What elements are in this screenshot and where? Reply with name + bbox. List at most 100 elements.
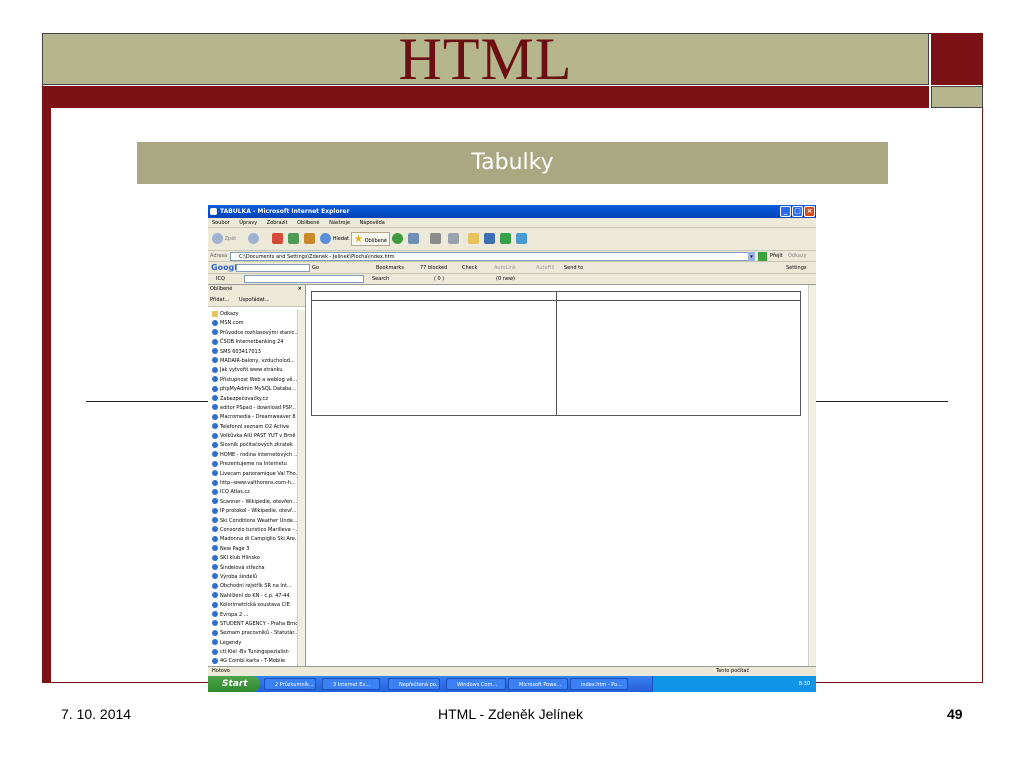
add-favorite-button[interactable]: Přidat... (210, 297, 229, 303)
print-button[interactable] (430, 232, 441, 246)
favorite-item[interactable]: Slovník počítačových zkratek (208, 441, 298, 450)
favorite-item[interactable]: IP protokol - Wikipedie, otevř... (208, 507, 298, 516)
google-go-button[interactable]: Go (312, 262, 319, 274)
favorite-item[interactable]: Seznam pracovníků - Statutár... (208, 629, 298, 638)
start-button[interactable]: Start (208, 676, 260, 692)
organize-favorites-button[interactable]: Uspořádat... (239, 297, 270, 303)
favorite-item[interactable]: editor PSpad - download PSP... (208, 404, 298, 413)
google-search-field[interactable] (236, 264, 310, 272)
task-index-htm[interactable]: index.htm - Po... (570, 678, 628, 690)
go-button[interactable]: Přejít (770, 251, 783, 262)
favorite-item[interactable]: Zabezpečovačky.cz (208, 395, 298, 404)
refresh-button[interactable] (288, 232, 299, 246)
task-powerpoint[interactable]: Microsoft Powe... (508, 678, 568, 690)
favorite-item[interactable]: SKI klub Hlinsko (208, 554, 298, 563)
address-field[interactable]: C:\Documents and Settings\Zdenek - Jelin… (230, 252, 753, 261)
icq-search-button[interactable]: Search (372, 274, 389, 285)
research-button[interactable] (484, 232, 495, 246)
favorite-item[interactable]: Průvodce rozhlasovými stanic... (208, 329, 298, 338)
favorite-item[interactable]: ICQ Atlas.cz (208, 488, 298, 497)
favorite-item[interactable]: Macromedia - Dreamweaver 8 (208, 413, 298, 422)
check-button[interactable]: Check (462, 262, 477, 274)
favorite-item[interactable]: Šindelová střecha (208, 564, 298, 573)
favorite-item[interactable]: phpMyAdmin MySQL Databa... (208, 385, 298, 394)
favorite-item[interactable]: Nahlížení do KN - č.p. 47-44 (208, 592, 298, 601)
task-windows-commander[interactable]: Windows Com... (446, 678, 506, 690)
favorite-item-label: ICQ Atlas.cz (220, 489, 250, 496)
menu-napoveda[interactable]: Nápověda (360, 220, 385, 226)
send-to-button[interactable]: Send to (564, 262, 583, 274)
icq-button[interactable]: ICQ (216, 274, 225, 285)
minimize-icon[interactable]: _ (780, 206, 791, 217)
favorite-item[interactable]: Odkazy (208, 310, 298, 320)
task-internet-explorer[interactable]: 3 Internet Ex... (322, 678, 380, 690)
task-explorer[interactable]: 2 Průzkumník... (264, 678, 316, 690)
edit-button[interactable] (448, 232, 459, 246)
popup-blocked[interactable]: 77 blocked (420, 262, 447, 274)
mail-button[interactable] (408, 232, 419, 246)
favorite-item[interactable]: Kolorimetrická soustava CIE (208, 601, 298, 610)
icq-new-mail[interactable]: (0 new) (496, 274, 515, 285)
favorite-item[interactable]: STUDENT AGENCY - Praha Brno (208, 620, 298, 629)
favorite-item[interactable]: Výroba šindelů (208, 573, 298, 582)
menu-upravy[interactable]: Úpravy (239, 220, 257, 226)
favorite-item[interactable]: SMS 603417013 (208, 348, 298, 357)
maximize-icon[interactable]: □ (792, 206, 803, 217)
icq-search-field[interactable] (244, 275, 364, 283)
links-label[interactable]: Odkazy (788, 251, 807, 262)
favorite-item[interactable]: http--www.valthorens.com-h... (208, 479, 298, 488)
close-icon[interactable]: × (804, 206, 815, 217)
autolink-button[interactable]: AutoLink (494, 262, 516, 274)
home-button[interactable] (304, 232, 315, 246)
discuss-button[interactable] (516, 232, 527, 246)
history-icon (392, 233, 403, 244)
search-button[interactable]: Hledat (320, 232, 349, 246)
menu-soubor[interactable]: Soubor (212, 220, 230, 226)
history-button[interactable] (392, 232, 403, 246)
folder-button[interactable] (468, 232, 479, 246)
favorite-item[interactable]: Madonna di Campiglio Ski Are... (208, 535, 298, 544)
favorite-item[interactable]: Evropa 2 ... (208, 611, 298, 620)
messenger-button[interactable] (500, 232, 511, 246)
favorite-item[interactable]: Ski Conditions Weather Unde... (208, 517, 298, 526)
favorite-item[interactable]: Jak vytvořit www stránku (208, 366, 298, 375)
favorite-item[interactable]: Prezentujeme na Internetu (208, 460, 298, 469)
forward-button[interactable] (248, 232, 259, 246)
menu-zobrazit[interactable]: Zobrazit (267, 220, 288, 226)
favorite-item[interactable]: MSN.com (208, 319, 298, 328)
menu-oblibene[interactable]: Oblíbené (297, 220, 319, 226)
back-button[interactable]: Zpět (212, 232, 236, 246)
icq-count[interactable]: ( 0 ) (434, 274, 444, 285)
favorites-scrollbar[interactable] (297, 310, 305, 666)
favorite-item[interactable]: Consorzio turistico Marilleva -... (208, 526, 298, 535)
favorite-item[interactable]: Volkůvka AIU PAST YUT v Brně (208, 432, 298, 441)
settings-button[interactable]: Settings (786, 262, 807, 274)
bookmarks-button[interactable]: Bookmarks (376, 262, 404, 274)
favorite-item[interactable]: New Page 3 (208, 545, 298, 554)
system-tray: 8:30 (652, 676, 816, 692)
favorite-item[interactable]: Telefonní seznam O2 Active (208, 423, 298, 432)
favorite-item[interactable]: Legendy (208, 639, 298, 648)
favorite-item[interactable]: Scanner - Wikipedie, otevřen... (208, 498, 298, 507)
favorites-button[interactable]: ★ Oblíbené (351, 232, 390, 246)
favorite-item[interactable]: HOME - rodina internetových ... (208, 451, 298, 460)
address-dropdown-icon[interactable]: ▾ (748, 252, 755, 261)
stop-button[interactable] (272, 232, 283, 246)
favorite-item[interactable]: 4G Combi karta - T-Mobile (208, 657, 298, 666)
content-scrollbar[interactable] (808, 285, 816, 666)
favorite-item[interactable]: MADAIR-balony, vzducholod... (208, 357, 298, 366)
close-pane-icon[interactable]: × (298, 285, 302, 294)
favorite-item[interactable]: Přístupnost Web a weblog vě... (208, 376, 298, 385)
favorite-item[interactable]: ČSOB Internetbanking 24 (208, 338, 298, 347)
tray-clock[interactable]: 8:30 (799, 676, 810, 692)
stop-icon (272, 233, 283, 244)
autofill-button[interactable]: AutoFill (536, 262, 554, 274)
favorite-item-label: Evropa 2 ... (220, 611, 249, 618)
favorite-item[interactable]: Obchodní rejstřík SR na Int... (208, 582, 298, 591)
go-arrow-icon[interactable] (758, 252, 767, 261)
menu-nastroje[interactable]: Nástroje (329, 220, 350, 226)
favorite-item[interactable]: Livecam panoramique Val Tho... (208, 470, 298, 479)
ie-title-bar[interactable]: TABULKA - Microsoft Internet Explorer _ … (208, 205, 816, 218)
task-mail[interactable]: Nepřečtená po... (388, 678, 440, 690)
favorite-item[interactable]: cti.Kiel -Bv Tuningspezialist- (208, 648, 298, 657)
